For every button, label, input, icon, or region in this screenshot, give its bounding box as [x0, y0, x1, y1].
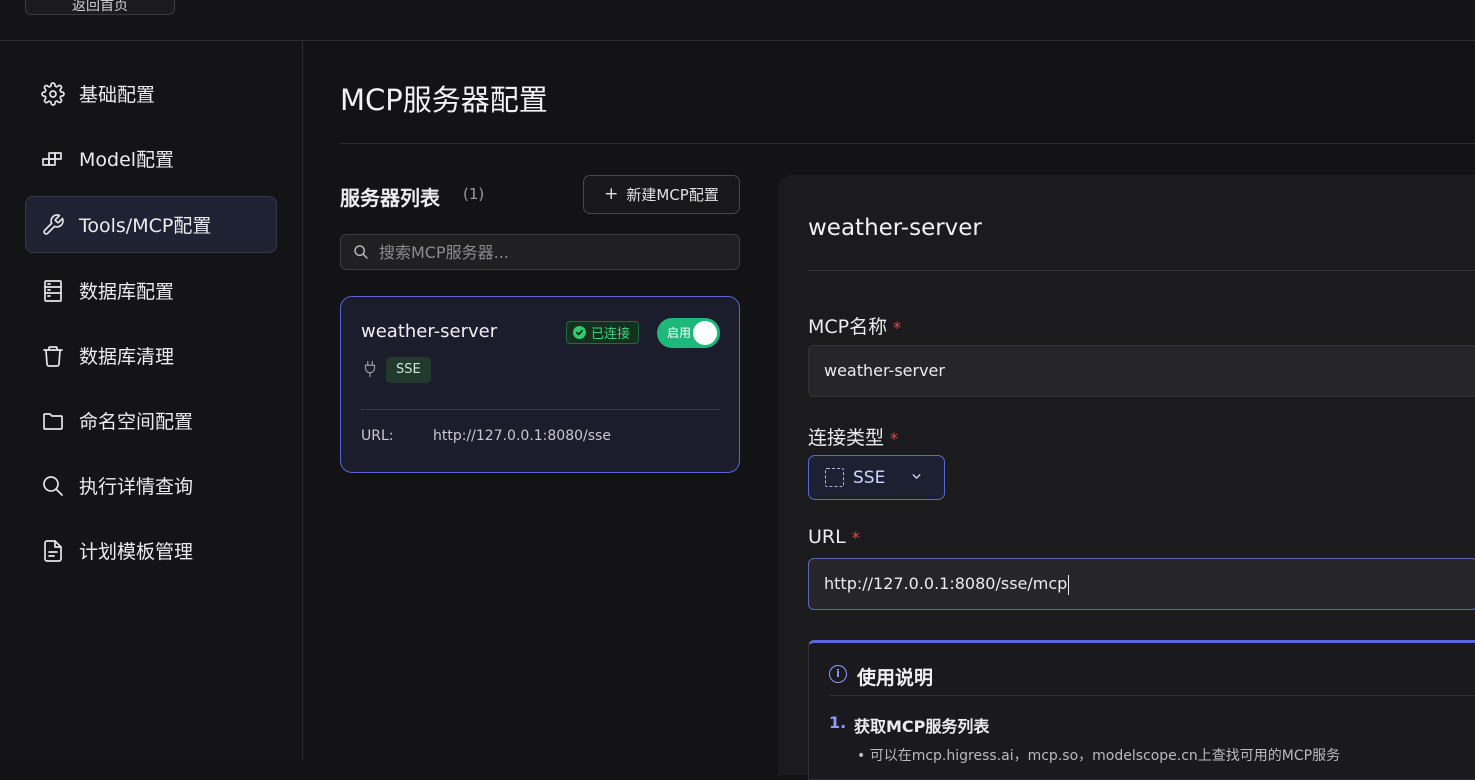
url-field-label: URL *	[808, 526, 860, 548]
back-home-button[interactable]: 返回首页	[25, 0, 175, 15]
required-mark: *	[890, 429, 899, 448]
connection-type-label-text: 连接类型	[808, 427, 885, 449]
server-search-input[interactable]	[379, 242, 719, 262]
sidebar-item-label: 基础配置	[79, 84, 156, 106]
enable-toggle[interactable]: 启用	[657, 318, 720, 348]
url-value: http://127.0.0.1:8080/sse	[433, 428, 611, 444]
step-number: 1.	[829, 713, 847, 732]
url-field-label-text: URL	[808, 526, 846, 548]
required-mark: *	[893, 318, 902, 337]
database-icon	[40, 278, 66, 304]
search-icon	[40, 473, 66, 499]
detail-title: weather-server	[808, 215, 982, 241]
server-name: weather-server	[361, 321, 498, 342]
url-field[interactable]: http://127.0.0.1:8080/sse/mcp	[808, 558, 1475, 610]
sidebar-item-label: 数据库清理	[79, 346, 175, 368]
server-count: (1)	[463, 185, 485, 203]
url-label: URL:	[361, 428, 394, 444]
sidebar-item-label: Tools/MCP配置	[79, 215, 212, 237]
sidebar-item-namespace-config[interactable]: 命名空间配置	[25, 392, 277, 449]
server-card[interactable]: weather-server 已连接 启用 SSE URL: http://12…	[340, 296, 740, 473]
server-search	[340, 234, 740, 270]
top-bar: 返回首页	[0, 0, 1475, 41]
new-mcp-config-label: 新建MCP配置	[626, 186, 719, 204]
step-title: 获取MCP服务列表	[854, 717, 990, 736]
mcp-name-field[interactable]: weather-server	[808, 345, 1475, 397]
sidebar-item-execution-query[interactable]: 执行详情查询	[25, 457, 277, 514]
url-field-value: http://127.0.0.1:8080/sse/mcp	[824, 574, 1068, 593]
folder-icon	[40, 408, 66, 434]
server-list-title: 服务器列表	[340, 186, 440, 210]
divider	[340, 143, 1475, 144]
wrench-icon	[40, 212, 66, 238]
sidebar: 基础配置 Model配置 Tools/MCP配置 数据库配置 数据库清理 命名空…	[0, 41, 303, 760]
sidebar-item-label: Model配置	[79, 149, 175, 171]
sidebar-item-label: 执行详情查询	[79, 476, 194, 498]
search-icon	[353, 244, 369, 260]
sidebar-item-label: 计划模板管理	[79, 541, 194, 563]
new-mcp-config-button[interactable]: + 新建MCP配置	[583, 175, 740, 214]
sidebar-item-label: 数据库配置	[79, 281, 175, 303]
usage-help-panel: i 使用说明 1. 获取MCP服务列表 • 可以在mcp.higress.ai，…	[808, 640, 1475, 780]
required-mark: *	[851, 528, 860, 547]
sidebar-item-label: 命名空间配置	[79, 411, 194, 433]
connection-type-tag: SSE	[386, 357, 431, 383]
mcp-name-label-text: MCP名称	[808, 316, 888, 338]
divider	[808, 270, 1475, 271]
document-icon	[40, 538, 66, 564]
text-caret	[1068, 574, 1070, 595]
chevron-down-icon	[910, 468, 923, 488]
sidebar-item-model-config[interactable]: Model配置	[25, 130, 277, 187]
divider	[361, 409, 720, 410]
selection-icon	[825, 468, 844, 487]
sidebar-item-plan-template[interactable]: 计划模板管理	[25, 522, 277, 579]
help-title: 使用说明	[857, 667, 934, 689]
divider	[829, 695, 1475, 696]
page-title: MCP服务器配置	[340, 83, 548, 117]
plug-icon	[361, 360, 379, 378]
sidebar-item-database-config[interactable]: 数据库配置	[25, 262, 277, 319]
gear-icon	[40, 81, 66, 107]
status-badge: 已连接	[566, 321, 640, 344]
help-bullet: • 可以在mcp.higress.ai，mcp.so，modelscope.cn…	[857, 748, 1341, 764]
sidebar-item-basic-config[interactable]: 基础配置	[25, 65, 277, 122]
plus-icon: +	[604, 184, 619, 204]
connection-type-select[interactable]: SSE	[808, 455, 945, 500]
connection-type-value: SSE	[853, 467, 886, 488]
toggle-knob	[693, 321, 717, 345]
sidebar-item-tools-mcp-config[interactable]: Tools/MCP配置	[25, 196, 277, 253]
check-circle-icon	[573, 326, 586, 339]
model-icon	[40, 146, 66, 172]
trash-icon	[40, 343, 66, 369]
connection-type-label: 连接类型 *	[808, 423, 898, 450]
mcp-name-label: MCP名称 *	[808, 312, 901, 339]
info-icon: i	[829, 665, 847, 683]
detail-panel: weather-server MCP名称 * weather-server 连接类…	[778, 175, 1475, 780]
status-text: 已连接	[591, 327, 631, 342]
toggle-label: 启用	[667, 326, 692, 340]
sidebar-item-database-cleanup[interactable]: 数据库清理	[25, 327, 277, 384]
main-content: MCP服务器配置 服务器列表 (1) + 新建MCP配置 weather-ser…	[304, 41, 1475, 780]
